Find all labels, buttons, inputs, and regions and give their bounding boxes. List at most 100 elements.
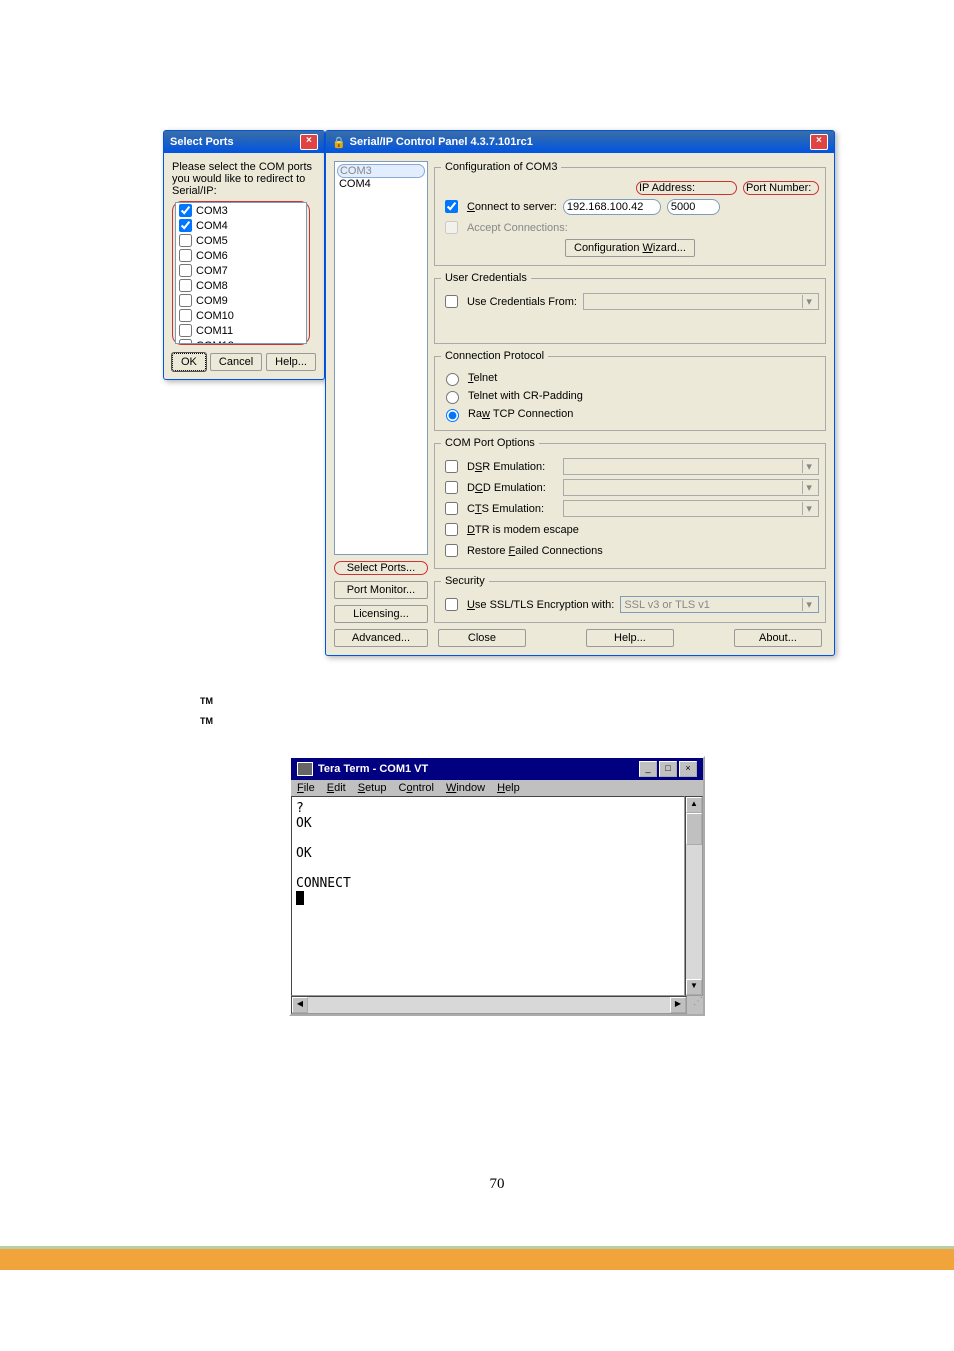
use-credentials-checkbox[interactable] xyxy=(445,295,458,308)
about-button[interactable]: About... xyxy=(734,629,822,647)
port-checkbox[interactable] xyxy=(179,279,192,292)
close-icon[interactable]: × xyxy=(300,134,318,150)
accept-connections-checkbox[interactable] xyxy=(445,221,458,234)
security-group: Security Use SSL/TLS Encryption with: SS… xyxy=(434,575,826,623)
connect-to-server-label: Connect to server: xyxy=(467,201,557,213)
port-checkbox[interactable] xyxy=(179,204,192,217)
connect-to-server-checkbox[interactable] xyxy=(445,200,458,213)
restore-label: Restore Failed Connections xyxy=(467,545,603,557)
ok-button[interactable]: OK xyxy=(172,353,206,371)
select-ports-button[interactable]: Select Ports... xyxy=(334,561,428,575)
terminal-output[interactable]: ? OK OK CONNECT xyxy=(291,796,685,996)
dsr-dropdown[interactable]: ▾ xyxy=(563,458,819,475)
port-checkbox[interactable] xyxy=(179,219,192,232)
dtr-checkbox[interactable] xyxy=(445,523,458,536)
cts-dropdown[interactable]: ▾ xyxy=(563,500,819,517)
telnet-label: Telnet xyxy=(468,372,497,384)
connection-protocol-group: Connection Protocol Telnet Telnet with C… xyxy=(434,350,826,431)
maximize-icon[interactable]: □ xyxy=(659,761,677,777)
scroll-down-icon[interactable]: ▼ xyxy=(686,979,702,995)
user-credentials-group: User Credentials Use Credentials From: ▾ xyxy=(434,272,826,344)
terminal-line: OK xyxy=(296,846,312,861)
scroll-left-icon[interactable]: ◀ xyxy=(292,997,308,1013)
port-checkbox[interactable] xyxy=(179,309,192,322)
use-credentials-label: Use Credentials From: xyxy=(467,296,577,308)
control-panel-title: Serial/IP Control Panel 4.3.7.101rc1 xyxy=(350,136,810,148)
trademark-text: TM xyxy=(200,696,854,706)
chevron-down-icon: ▾ xyxy=(802,481,815,494)
raw-tcp-radio[interactable] xyxy=(446,409,459,422)
close-button[interactable]: Close xyxy=(438,629,526,647)
tera-term-window: Tera Term - COM1 VT _ □ × File Edit Setu… xyxy=(289,756,705,1016)
list-item[interactable]: COM3 xyxy=(337,164,425,178)
app-icon: 🔒 xyxy=(332,136,346,149)
scroll-thumb[interactable] xyxy=(686,813,702,845)
tera-term-menubar: File Edit Setup Control Window Help xyxy=(291,780,703,796)
dcd-dropdown[interactable]: ▾ xyxy=(563,479,819,496)
advanced-button[interactable]: Advanced... xyxy=(334,629,428,647)
instruction-text: Please select the COM ports you would li… xyxy=(172,161,316,197)
restore-checkbox[interactable] xyxy=(445,544,458,557)
port-label: COM9 xyxy=(196,295,228,307)
cancel-button[interactable]: Cancel xyxy=(210,353,262,371)
com-port-options-group: COM Port Options DSR Emulation:▾ DCD Emu… xyxy=(434,437,826,569)
control-panel-titlebar: 🔒 Serial/IP Control Panel 4.3.7.101rc1 × xyxy=(326,131,834,153)
help-button[interactable]: Help... xyxy=(586,629,674,647)
port-checkbox[interactable] xyxy=(179,249,192,262)
horizontal-scrollbar[interactable]: ◀ ▶ xyxy=(291,996,687,1014)
scroll-right-icon[interactable]: ▶ xyxy=(670,997,686,1013)
cts-checkbox[interactable] xyxy=(445,502,458,515)
telnet-radio[interactable] xyxy=(446,373,459,386)
conn-proto-legend: Connection Protocol xyxy=(441,350,548,362)
close-icon[interactable]: × xyxy=(679,761,697,777)
ip-label: IP Address: xyxy=(636,181,737,195)
list-item[interactable]: COM4 xyxy=(337,178,425,190)
menu-setup[interactable]: Setup xyxy=(358,782,387,794)
terminal-line: ? xyxy=(296,801,304,816)
menu-edit[interactable]: Edit xyxy=(327,782,346,794)
dcd-checkbox[interactable] xyxy=(445,481,458,494)
user-creds-legend: User Credentials xyxy=(441,272,531,284)
menu-file[interactable]: File xyxy=(297,782,315,794)
select-ports-title: Select Ports xyxy=(170,136,300,148)
security-legend: Security xyxy=(441,575,489,587)
chevron-down-icon: ▾ xyxy=(802,460,815,473)
cursor-icon xyxy=(296,891,304,905)
port-checkbox[interactable] xyxy=(179,339,192,344)
ports-listbox[interactable]: COM3 COM4 COM5 COM6 COM7 COM8 COM9 COM10… xyxy=(175,202,307,344)
scroll-up-icon[interactable]: ▲ xyxy=(686,797,702,813)
port-checkbox[interactable] xyxy=(179,324,192,337)
resize-grip-icon[interactable]: ⋰ xyxy=(687,996,703,1012)
chevron-down-icon: ▾ xyxy=(802,598,815,611)
config-wizard-button[interactable]: Configuration Wizard... xyxy=(565,239,695,257)
vertical-scrollbar[interactable]: ▲ ▼ xyxy=(685,796,703,996)
page-number: 70 xyxy=(140,1176,854,1193)
dsr-label: DSR Emulation: xyxy=(467,461,557,473)
menu-window[interactable]: Window xyxy=(446,782,485,794)
ssl-checkbox[interactable] xyxy=(445,598,458,611)
port-label: COM10 xyxy=(196,310,234,322)
menu-control[interactable]: Control xyxy=(398,782,433,794)
dsr-checkbox[interactable] xyxy=(445,460,458,473)
help-button[interactable]: Help... xyxy=(266,353,316,371)
port-number-input[interactable]: 5000 xyxy=(667,199,720,215)
credentials-dropdown[interactable]: ▾ xyxy=(583,293,819,310)
licensing-button[interactable]: Licensing... xyxy=(334,605,428,623)
port-label: COM3 xyxy=(196,205,228,217)
port-checkbox[interactable] xyxy=(179,294,192,307)
telnet-cr-radio[interactable] xyxy=(446,391,459,404)
menu-help[interactable]: Help xyxy=(497,782,520,794)
chevron-down-icon: ▾ xyxy=(802,502,815,515)
minimize-icon[interactable]: _ xyxy=(639,761,657,777)
app-icon xyxy=(297,762,313,776)
port-label: COM6 xyxy=(196,250,228,262)
ssl-dropdown[interactable]: SSL v3 or TLS v1▾ xyxy=(620,596,819,613)
port-checkbox[interactable] xyxy=(179,234,192,247)
com-port-list[interactable]: COM3 COM4 xyxy=(334,161,428,555)
port-monitor-button[interactable]: Port Monitor... xyxy=(334,581,428,599)
ip-address-input[interactable]: 192.168.100.42 xyxy=(563,199,661,215)
close-icon[interactable]: × xyxy=(810,134,828,150)
port-checkbox[interactable] xyxy=(179,264,192,277)
terminal-line: OK xyxy=(296,816,312,831)
trademark-text: TM xyxy=(200,716,854,726)
